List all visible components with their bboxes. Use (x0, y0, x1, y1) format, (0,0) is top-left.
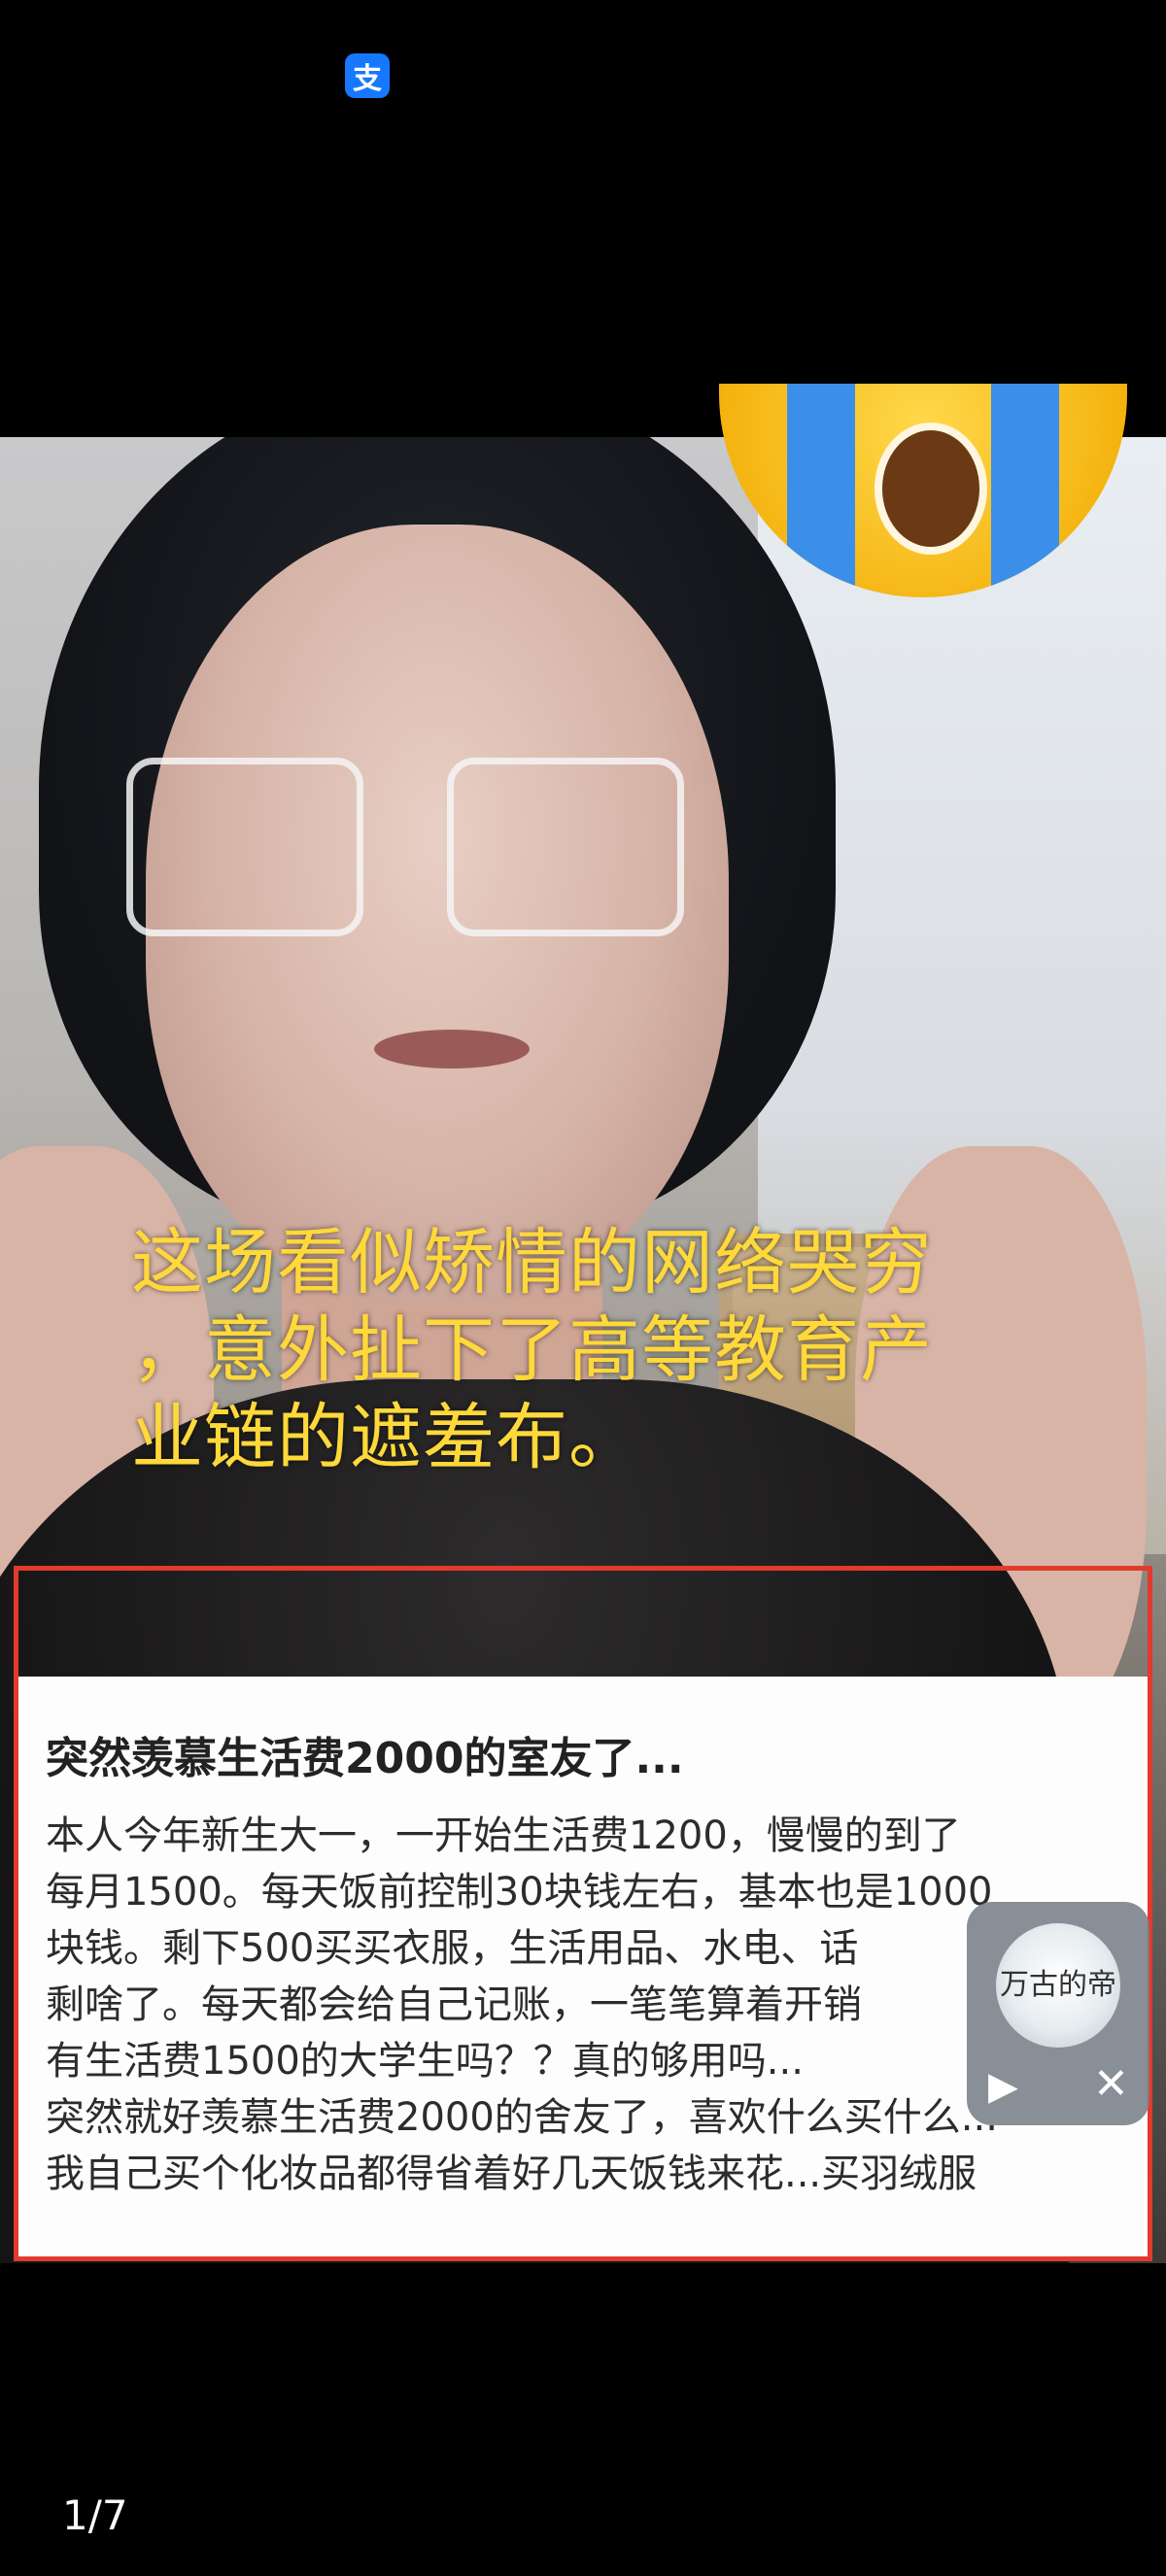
caption-line: 业链的遮羞布。 (131, 1396, 641, 1479)
caption-line: ，意外扯下了高等教育产 (131, 1308, 933, 1392)
caption-line: 这场看似矫情的网络哭穷 (131, 1221, 933, 1305)
floating-player[interactable]: 万古的帝 ▶ ✕ (967, 1902, 1149, 2125)
page-counter: 1/7 (62, 2491, 128, 2539)
play-icon[interactable]: ▶ (988, 2067, 1018, 2106)
alipay-icon[interactable]: 支 (345, 53, 390, 98)
player-avatar[interactable]: 万古的帝 (996, 1923, 1120, 2048)
image-caption: 这场看似矫情的网络哭穷 ，意外扯下了高等教育产 业链的遮羞布。 (131, 1219, 1035, 1481)
close-icon[interactable]: ✕ (1093, 2063, 1129, 2106)
